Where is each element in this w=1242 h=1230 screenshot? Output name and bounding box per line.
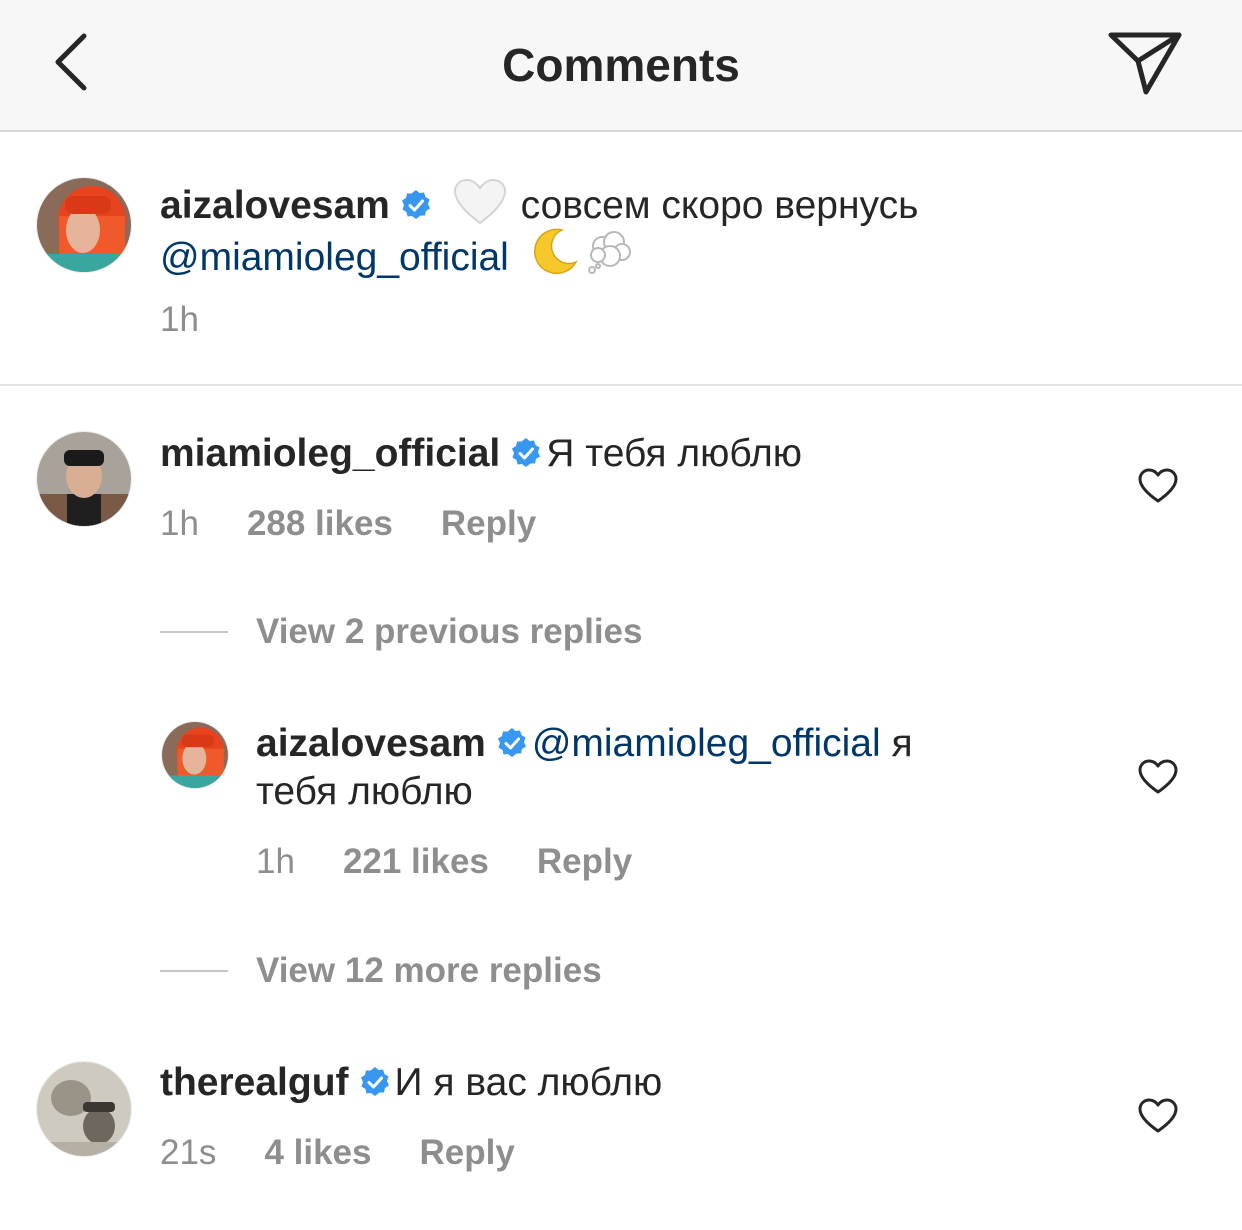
reply-mention[interactable]: @miamioleg_official [532, 722, 881, 765]
reply-button[interactable]: Reply [441, 504, 536, 543]
comment-text: therealguf И я вас люблю [160, 1059, 662, 1107]
comment-time: 21s [160, 1133, 217, 1172]
caption-avatar[interactable] [37, 178, 131, 272]
thread-line [160, 631, 228, 633]
reply-button[interactable]: Reply [537, 842, 632, 881]
caption-meta: 1h [160, 300, 247, 340]
reply-meta: 1h 221 likes Reply [256, 842, 680, 882]
crescent-moon-emoji [533, 228, 578, 275]
comment-message: И я вас люблю [394, 1061, 663, 1104]
comment-meta: 21s 4 likes Reply [160, 1133, 563, 1173]
comment-avatar-miamioleg[interactable] [37, 432, 131, 526]
caption-text-line2: @miamioleg_official [160, 226, 634, 282]
reply-time: 1h [256, 842, 295, 881]
view-replies-label: View 2 previous replies [256, 612, 643, 651]
heart-outline-icon[interactable] [1138, 468, 1178, 504]
caption-divider [0, 384, 1242, 386]
reply-username[interactable]: aizalovesam [256, 722, 486, 765]
thread-line [160, 970, 228, 972]
reply-text: aizalovesam @miamioleg_official я [256, 720, 913, 768]
comment-text: miamioleg_official Я тебя люблю [160, 430, 802, 478]
verified-badge-icon [360, 1067, 389, 1096]
share-button[interactable] [1106, 30, 1184, 98]
reply-button[interactable]: Reply [419, 1133, 514, 1172]
caption-mention[interactable]: @miamioleg_official [160, 236, 509, 279]
nav-header: Comments [0, 0, 1242, 132]
verified-badge-icon [401, 190, 430, 219]
comment-message: Я тебя люблю [546, 432, 802, 475]
view-replies-label: View 12 more replies [256, 951, 602, 990]
heart-outline-icon[interactable] [1138, 759, 1178, 795]
caption-username[interactable]: aizalovesam [160, 184, 390, 227]
comment-meta: 1h 288 likes Reply [160, 504, 584, 544]
comment-avatar-therealguf[interactable] [37, 1062, 131, 1156]
reply-avatar-aizalovesam[interactable] [162, 722, 228, 788]
reply-message: я [891, 722, 913, 765]
white-heart-emoji [453, 178, 506, 225]
comment-likes[interactable]: 288 likes [247, 504, 393, 543]
reply-likes[interactable]: 221 likes [343, 842, 489, 881]
heart-outline-icon[interactable] [1138, 1098, 1178, 1134]
caption-time: 1h [160, 300, 199, 339]
thought-balloon-emoji [587, 231, 631, 274]
verified-badge-icon [497, 728, 526, 757]
page-title: Comments [502, 39, 740, 91]
caption-text: aizalovesam совсем скоро вернусь [160, 178, 918, 230]
comment-username[interactable]: therealguf [160, 1061, 349, 1104]
caption-message: совсем скоро вернусь [520, 184, 919, 227]
verified-badge-icon [512, 438, 541, 467]
comment-likes[interactable]: 4 likes [264, 1133, 371, 1172]
reply-text-line2: тебя люблю [256, 770, 473, 813]
comment-time: 1h [160, 504, 199, 543]
paper-plane-icon [1108, 32, 1182, 95]
comment-username[interactable]: miamioleg_official [160, 432, 500, 475]
